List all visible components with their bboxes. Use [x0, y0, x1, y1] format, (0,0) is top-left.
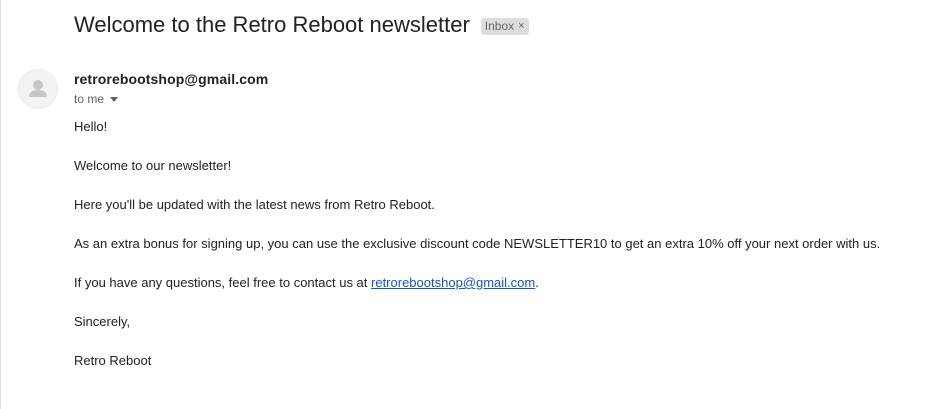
remove-label-icon[interactable]: ×: [518, 20, 524, 32]
sender-email[interactable]: retrorebootshop@gmail.com: [74, 71, 268, 87]
email-view: Welcome to the Retro Reboot newsletter I…: [0, 0, 935, 409]
contact-suffix: .: [535, 275, 539, 290]
contact-prefix: If you have any questions, feel free to …: [74, 275, 372, 290]
body-greeting: Hello!: [74, 119, 108, 134]
body-contact: If you have any questions, feel free to …: [74, 275, 539, 290]
recipient-row[interactable]: to me: [74, 92, 119, 106]
subject-row: Welcome to the Retro Reboot newsletter I…: [74, 12, 529, 38]
label-chip-text: Inbox: [484, 18, 515, 33]
show-details-chevron-down-icon[interactable]: [110, 96, 119, 102]
body-signoff: Sincerely,: [74, 314, 131, 329]
body-welcome: Welcome to our newsletter!: [74, 158, 232, 173]
contact-email-link[interactable]: retrorebootshop@gmail.com: [371, 275, 535, 290]
body-updates: Here you'll be updated with the latest n…: [74, 197, 435, 212]
email-subject: Welcome to the Retro Reboot newsletter: [74, 12, 470, 37]
body-signature: Retro Reboot: [74, 353, 152, 368]
body-bonus: As an extra bonus for signing up, you ca…: [74, 236, 881, 251]
inbox-label-chip[interactable]: Inbox ×: [480, 17, 529, 35]
recipient-text: to me: [74, 92, 105, 106]
person-icon: [29, 80, 47, 97]
sender-avatar[interactable]: [18, 69, 58, 109]
